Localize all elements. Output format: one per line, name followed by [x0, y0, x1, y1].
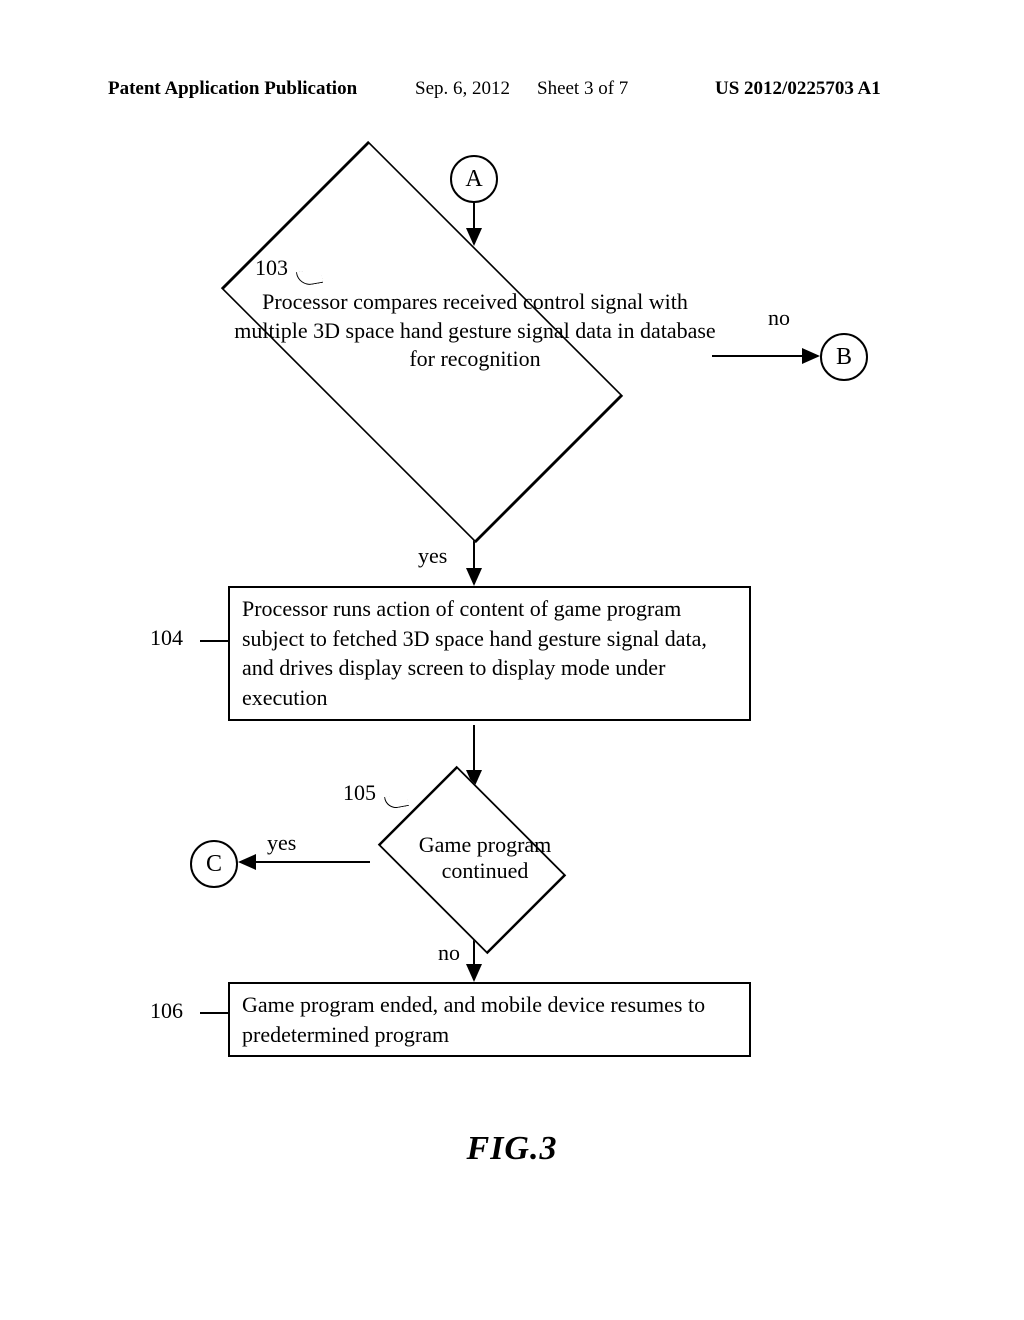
connector-a: A [450, 155, 498, 203]
edge-label-yes-to-c: yes [267, 830, 296, 856]
edge-label-no-to-b: no [768, 305, 790, 331]
process-104: Processor runs action of content of game… [228, 586, 751, 721]
decision-103-text: Processor compares received control sign… [225, 288, 725, 374]
connector-c: C [190, 840, 238, 888]
publication-date: Sep. 6, 2012 [415, 78, 510, 100]
edge-label-yes-to-104: yes [418, 543, 447, 569]
ref-label-106: 106 [150, 998, 183, 1024]
ref-label-105: 105 [343, 780, 376, 806]
ref-label-104: 104 [150, 625, 183, 651]
sheet-number: Sheet 3 of 7 [537, 78, 628, 100]
page: Patent Application Publication Sep. 6, 2… [0, 0, 1024, 1320]
leader-104 [200, 640, 228, 642]
leader-106 [200, 1012, 228, 1014]
process-106: Game program ended, and mobile device re… [228, 982, 751, 1057]
publication-type: Patent Application Publication [108, 78, 357, 100]
ref-label-103: 103 [255, 255, 288, 281]
flowchart-canvas: A Processor compares received control si… [100, 150, 930, 1150]
figure-caption: FIG.3 [0, 1130, 1024, 1168]
decision-105-text: Game program continued [385, 832, 585, 885]
edge-label-no-to-106: no [438, 940, 460, 966]
connector-b: B [820, 333, 868, 381]
publication-number: US 2012/0225703 A1 [715, 78, 881, 100]
